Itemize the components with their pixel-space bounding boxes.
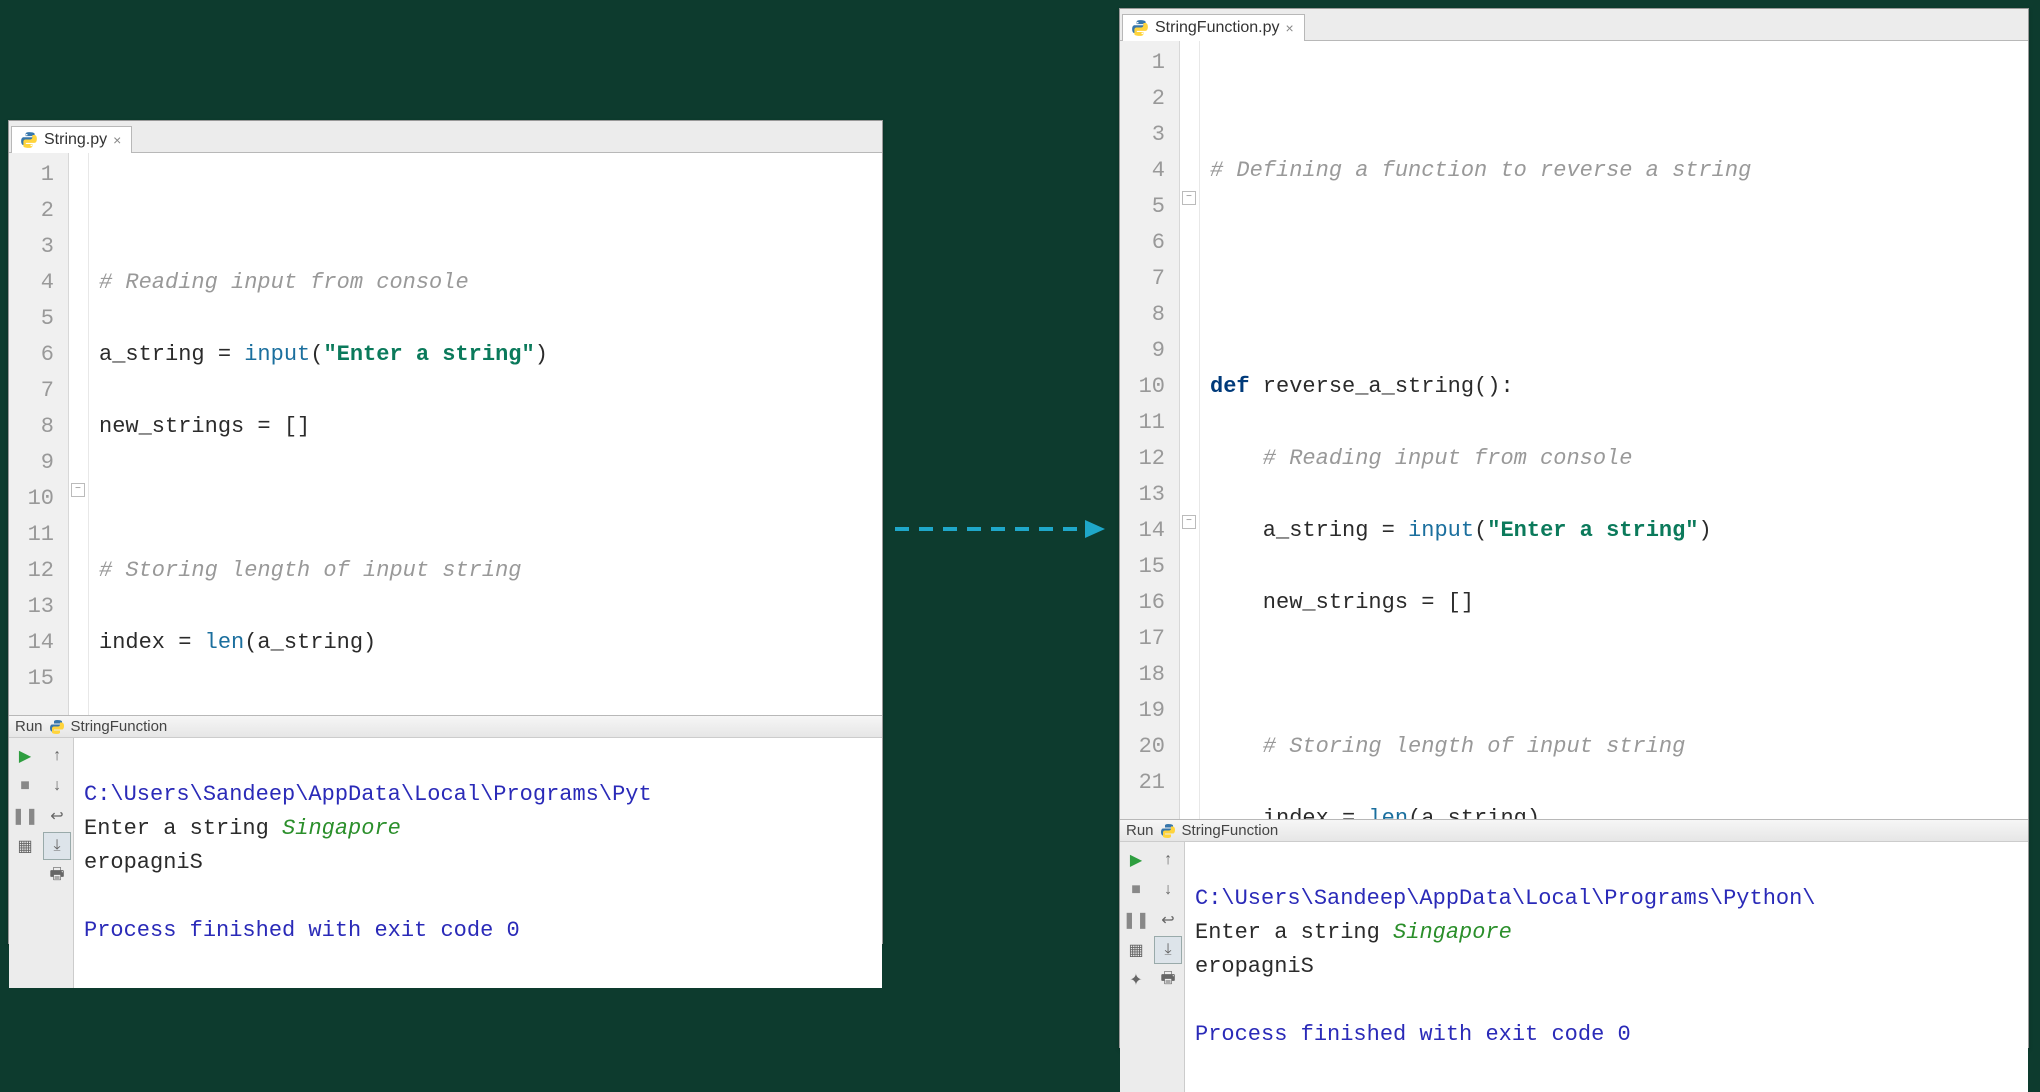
output-exit: Process finished with exit code 0	[1195, 1022, 1631, 1047]
layout-button[interactable]: ▦	[11, 832, 39, 860]
line-gutter-left: 123 456 789 101112 131415	[9, 153, 69, 715]
run-header-right: Run StringFunction	[1120, 820, 2028, 842]
down-arrow-icon[interactable]: ↓	[43, 772, 71, 800]
output-path: C:\Users\Sandeep\AppData\Local\Programs\…	[1195, 886, 1816, 911]
code-line: # Reading input from console	[1210, 441, 2018, 477]
code-line: # Reading input from console	[99, 265, 872, 301]
tab-string-py[interactable]: String.py ×	[11, 126, 132, 153]
tab-bar-left: String.py ×	[9, 121, 882, 153]
output-prompt: Enter a string	[84, 816, 282, 841]
tab-stringfunction-py[interactable]: StringFunction.py ×	[1122, 14, 1305, 41]
editor-body-right: 123 456 789 101112 131415 161718 192021 …	[1120, 41, 2028, 819]
settings-icon[interactable]: ✦	[1122, 966, 1150, 994]
code-area-left[interactable]: # Reading input from console a_string = …	[89, 153, 882, 715]
code-line: new_strings = []	[99, 409, 872, 445]
output-result: eropagniS	[1195, 954, 1314, 979]
python-run-icon	[49, 719, 65, 735]
tab-bar-right: StringFunction.py ×	[1120, 9, 2028, 41]
close-icon[interactable]: ×	[1286, 20, 1294, 36]
run-header-left: Run StringFunction	[9, 716, 882, 738]
run-config-name: StringFunction	[1182, 822, 1279, 839]
print-icon[interactable]: 🖶	[43, 862, 71, 890]
code-line: a_string = input("Enter a string")	[99, 337, 872, 373]
output-user-input: Singapore	[1393, 920, 1512, 945]
stop-button[interactable]: ■	[11, 772, 39, 800]
output-user-input: Singapore	[282, 816, 401, 841]
python-file-icon	[1131, 19, 1149, 37]
up-arrow-icon[interactable]: ↑	[1154, 846, 1182, 874]
fold-gutter-right: − −	[1180, 41, 1200, 819]
output-result: eropagniS	[84, 850, 203, 875]
tab-label: StringFunction.py	[1155, 19, 1280, 37]
code-line	[1210, 81, 2018, 117]
code-line: index = len(a_string)	[1210, 801, 2018, 819]
run-label: Run	[15, 718, 43, 735]
up-arrow-icon[interactable]: ↑	[43, 742, 71, 770]
run-panel-left: Run StringFunction ▶ ■ ❚❚ ▦ ↑ ↓ ↩ ⤓ �	[9, 715, 882, 943]
arrow-icon	[895, 520, 1105, 538]
output-exit: Process finished with exit code 0	[84, 918, 520, 943]
editor-body-left: 123 456 789 101112 131415 − # Reading in…	[9, 153, 882, 715]
python-file-icon	[20, 131, 38, 149]
run-output-left[interactable]: C:\Users\Sandeep\AppData\Local\Programs\…	[74, 738, 882, 988]
stop-button[interactable]: ■	[1122, 876, 1150, 904]
code-line: # Defining a function to reverse a strin…	[1210, 153, 2018, 189]
scroll-lock-button[interactable]: ⤓	[1154, 936, 1182, 964]
code-line	[99, 697, 872, 715]
line-gutter-right: 123 456 789 101112 131415 161718 192021	[1120, 41, 1180, 819]
tab-label: String.py	[44, 131, 107, 149]
output-prompt: Enter a string	[1195, 920, 1393, 945]
pause-button[interactable]: ❚❚	[11, 802, 39, 830]
down-arrow-icon[interactable]: ↓	[1154, 876, 1182, 904]
code-area-right[interactable]: # Defining a function to reverse a strin…	[1200, 41, 2028, 819]
code-line: new_strings = []	[1210, 585, 2018, 621]
run-label: Run	[1126, 822, 1154, 839]
code-line	[1210, 657, 2018, 693]
code-line	[1210, 225, 2018, 261]
scroll-lock-button[interactable]: ⤓	[43, 832, 71, 860]
editor-window-right: StringFunction.py × 123 456 789 101112 1…	[1119, 8, 2029, 1048]
run-button[interactable]: ▶	[1122, 846, 1150, 874]
layout-button[interactable]: ▦	[1122, 936, 1150, 964]
editor-window-left: String.py × 123 456 789 101112 131415 − …	[8, 120, 883, 944]
fold-gutter-left: −	[69, 153, 89, 715]
close-icon[interactable]: ×	[113, 132, 121, 148]
python-run-icon	[1160, 823, 1176, 839]
fold-marker-icon[interactable]: −	[71, 483, 85, 497]
code-line: index = len(a_string)	[99, 625, 872, 661]
code-line	[99, 193, 872, 229]
fold-marker-icon[interactable]: −	[1182, 515, 1196, 529]
code-line: def reverse_a_string():	[1210, 369, 2018, 405]
run-button[interactable]: ▶	[11, 742, 39, 770]
code-line	[1210, 297, 2018, 333]
run-toolbar-right: ▶ ■ ❚❚ ▦ ✦ ↑ ↓ ↩ ⤓ 🖶	[1120, 842, 1185, 1092]
run-config-name: StringFunction	[71, 718, 168, 735]
print-icon[interactable]: 🖶	[1154, 966, 1182, 994]
wrap-icon[interactable]: ↩	[1154, 906, 1182, 934]
fold-marker-icon[interactable]: −	[1182, 191, 1196, 205]
output-path: C:\Users\Sandeep\AppData\Local\Programs\…	[84, 782, 652, 807]
code-line	[99, 481, 872, 517]
run-output-right[interactable]: C:\Users\Sandeep\AppData\Local\Programs\…	[1185, 842, 2028, 1092]
pause-button[interactable]: ❚❚	[1122, 906, 1150, 934]
code-line: a_string = input("Enter a string")	[1210, 513, 2018, 549]
run-toolbar-left: ▶ ■ ❚❚ ▦ ↑ ↓ ↩ ⤓ 🖶	[9, 738, 74, 988]
code-line: # Storing length of input string	[1210, 729, 2018, 765]
code-line: # Storing length of input string	[99, 553, 872, 589]
wrap-icon[interactable]: ↩	[43, 802, 71, 830]
run-panel-right: Run StringFunction ▶ ■ ❚❚ ▦ ✦ ↑ ↓ ↩ ⤓	[1120, 819, 2028, 1047]
